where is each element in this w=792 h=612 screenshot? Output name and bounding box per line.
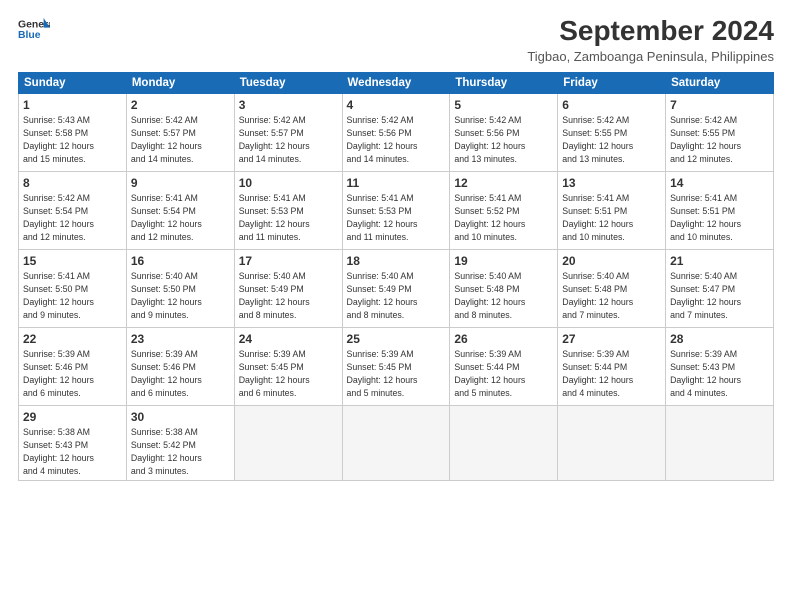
table-row: 20Sunrise: 5:40 AMSunset: 5:48 PMDayligh… <box>558 249 666 327</box>
table-row: 19Sunrise: 5:40 AMSunset: 5:48 PMDayligh… <box>450 249 558 327</box>
table-row <box>450 405 558 481</box>
table-row: 4Sunrise: 5:42 AMSunset: 5:56 PMDaylight… <box>342 93 450 171</box>
table-row: 21Sunrise: 5:40 AMSunset: 5:47 PMDayligh… <box>666 249 774 327</box>
svg-text:Blue: Blue <box>18 30 41 41</box>
table-row: 14Sunrise: 5:41 AMSunset: 5:51 PMDayligh… <box>666 171 774 249</box>
table-row: 7Sunrise: 5:42 AMSunset: 5:55 PMDaylight… <box>666 93 774 171</box>
weekday-header-wednesday: Wednesday <box>342 72 450 93</box>
weekday-header-monday: Monday <box>126 72 234 93</box>
table-row: 26Sunrise: 5:39 AMSunset: 5:44 PMDayligh… <box>450 327 558 405</box>
table-row: 27Sunrise: 5:39 AMSunset: 5:44 PMDayligh… <box>558 327 666 405</box>
table-row: 15Sunrise: 5:41 AMSunset: 5:50 PMDayligh… <box>19 249 127 327</box>
logo-icon: General Blue <box>18 16 50 44</box>
table-row <box>342 405 450 481</box>
table-row <box>558 405 666 481</box>
table-row <box>234 405 342 481</box>
table-row: 9Sunrise: 5:41 AMSunset: 5:54 PMDaylight… <box>126 171 234 249</box>
table-row: 12Sunrise: 5:41 AMSunset: 5:52 PMDayligh… <box>450 171 558 249</box>
table-row: 23Sunrise: 5:39 AMSunset: 5:46 PMDayligh… <box>126 327 234 405</box>
table-row: 2Sunrise: 5:42 AMSunset: 5:57 PMDaylight… <box>126 93 234 171</box>
title-block: September 2024 Tigbao, Zamboanga Peninsu… <box>527 16 774 64</box>
table-row: 17Sunrise: 5:40 AMSunset: 5:49 PMDayligh… <box>234 249 342 327</box>
logo: General Blue <box>18 16 50 44</box>
table-row: 16Sunrise: 5:40 AMSunset: 5:50 PMDayligh… <box>126 249 234 327</box>
table-row: 22Sunrise: 5:39 AMSunset: 5:46 PMDayligh… <box>19 327 127 405</box>
weekday-header-thursday: Thursday <box>450 72 558 93</box>
weekday-header-friday: Friday <box>558 72 666 93</box>
weekday-header-sunday: Sunday <box>19 72 127 93</box>
table-row <box>666 405 774 481</box>
table-row: 10Sunrise: 5:41 AMSunset: 5:53 PMDayligh… <box>234 171 342 249</box>
table-row: 6Sunrise: 5:42 AMSunset: 5:55 PMDaylight… <box>558 93 666 171</box>
calendar-table: SundayMondayTuesdayWednesdayThursdayFrid… <box>18 72 774 482</box>
table-row: 3Sunrise: 5:42 AMSunset: 5:57 PMDaylight… <box>234 93 342 171</box>
table-row: 28Sunrise: 5:39 AMSunset: 5:43 PMDayligh… <box>666 327 774 405</box>
location: Tigbao, Zamboanga Peninsula, Philippines <box>527 49 774 64</box>
table-row: 8Sunrise: 5:42 AMSunset: 5:54 PMDaylight… <box>19 171 127 249</box>
table-row: 24Sunrise: 5:39 AMSunset: 5:45 PMDayligh… <box>234 327 342 405</box>
weekday-header-tuesday: Tuesday <box>234 72 342 93</box>
table-row: 25Sunrise: 5:39 AMSunset: 5:45 PMDayligh… <box>342 327 450 405</box>
table-row: 11Sunrise: 5:41 AMSunset: 5:53 PMDayligh… <box>342 171 450 249</box>
table-row: 18Sunrise: 5:40 AMSunset: 5:49 PMDayligh… <box>342 249 450 327</box>
table-row: 13Sunrise: 5:41 AMSunset: 5:51 PMDayligh… <box>558 171 666 249</box>
table-row: 5Sunrise: 5:42 AMSunset: 5:56 PMDaylight… <box>450 93 558 171</box>
weekday-header-saturday: Saturday <box>666 72 774 93</box>
table-row: 30Sunrise: 5:38 AMSunset: 5:42 PMDayligh… <box>126 405 234 481</box>
table-row: 29Sunrise: 5:38 AMSunset: 5:43 PMDayligh… <box>19 405 127 481</box>
month-title: September 2024 <box>527 16 774 47</box>
table-row: 1Sunrise: 5:43 AMSunset: 5:58 PMDaylight… <box>19 93 127 171</box>
